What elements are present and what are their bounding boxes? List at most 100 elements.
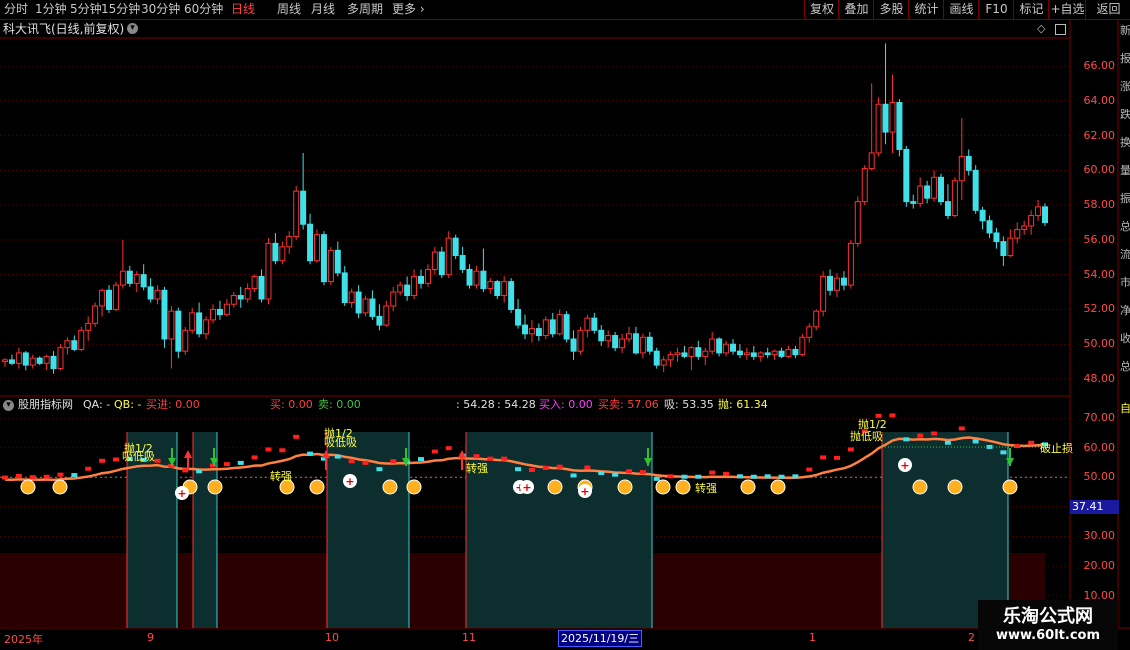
chart-canvas[interactable]: ++ ++ ++抛1/2吸低吸抛1/2吸低吸转强转强转强破止损抛低吸抛1/2 xyxy=(0,0,1130,650)
candle-body xyxy=(237,295,244,300)
candle-body xyxy=(535,328,542,337)
diamond-icon[interactable]: ◇ xyxy=(1037,20,1045,38)
chevron-down-icon[interactable]: ▾ xyxy=(3,400,14,411)
candle-body xyxy=(334,249,341,274)
date-tick: 2 xyxy=(968,631,975,644)
indicator-mark xyxy=(487,456,494,461)
buy-signal-circle xyxy=(655,479,671,495)
toolbar-button-4[interactable]: 画线 xyxy=(943,0,979,19)
period-7[interactable]: 周线 xyxy=(277,2,301,17)
side-strip-item[interactable]: 振 xyxy=(1120,190,1130,206)
period-6[interactable]: 日线 xyxy=(231,2,255,17)
candle-body xyxy=(681,352,688,357)
candle-body xyxy=(612,335,619,349)
candle-body xyxy=(938,176,944,203)
period-1[interactable]: 1分钟 xyxy=(35,2,67,17)
period-0[interactable]: 分时 xyxy=(4,2,28,17)
indicator-mark xyxy=(570,473,577,478)
candle-body xyxy=(619,338,626,349)
candle-body xyxy=(917,185,924,204)
candle-body xyxy=(716,338,723,354)
toolbar-button-0[interactable]: 复权 xyxy=(804,0,839,19)
indicator-mark xyxy=(834,455,840,460)
plus-signal-text: + xyxy=(522,481,531,494)
candle-body xyxy=(78,329,85,350)
toolbar-button-3[interactable]: 统计 xyxy=(908,0,944,19)
candle-body xyxy=(99,289,106,307)
candle-body xyxy=(272,242,279,262)
indicator-mark xyxy=(820,455,827,460)
period-9[interactable]: 多周期 xyxy=(347,2,383,17)
candle-body xyxy=(154,289,161,300)
price-tick: 50.00 xyxy=(1083,337,1116,351)
candle-body xyxy=(175,310,182,352)
candle-body xyxy=(771,350,778,356)
side-strip-item[interactable]: 净 xyxy=(1120,302,1130,318)
signal-zone xyxy=(466,432,652,628)
toolbar-button-5[interactable]: F10 xyxy=(978,0,1014,19)
indicator-v1: : 54.28 xyxy=(456,398,495,411)
candle-body xyxy=(203,319,210,335)
side-strip-item[interactable]: 量 xyxy=(1120,162,1130,178)
candle-body xyxy=(216,308,223,316)
candle-body xyxy=(834,277,840,291)
candle-body xyxy=(244,288,251,300)
candle-body xyxy=(695,347,702,357)
chevron-down-icon[interactable]: ▾ xyxy=(127,23,138,34)
candle-body xyxy=(1042,206,1048,224)
candle-body xyxy=(300,190,307,225)
candle-body xyxy=(736,350,743,356)
indicator-annotation: 抛1/2 xyxy=(858,417,887,431)
side-indicator-label[interactable]: 自 xyxy=(1120,400,1130,416)
candle-body xyxy=(189,312,196,331)
buy-signal-circle xyxy=(382,479,398,495)
side-strip-item[interactable]: 新 xyxy=(1120,22,1130,38)
indicator-mairu: 买入: 0.00 xyxy=(539,398,593,411)
toolbar-button-6[interactable]: 标记 xyxy=(1013,0,1049,19)
candle-body xyxy=(757,352,764,357)
indicator-mark xyxy=(778,474,785,479)
window-icon[interactable] xyxy=(1055,24,1066,35)
side-strip-item[interactable]: 报 xyxy=(1120,50,1130,66)
indicator-mark xyxy=(626,469,632,474)
side-strip-item[interactable]: 流 xyxy=(1120,246,1130,262)
indicator-annotation: 转强 xyxy=(466,461,488,475)
side-strip-item[interactable]: 收 xyxy=(1120,330,1130,346)
period-4[interactable]: 30分钟 xyxy=(141,2,180,17)
side-strip-item[interactable]: 换 xyxy=(1120,134,1130,150)
candle-body xyxy=(632,333,639,354)
candle-body xyxy=(473,270,480,286)
period-3[interactable]: 15分钟 xyxy=(101,2,140,17)
candle-body xyxy=(556,314,563,335)
candle-body xyxy=(931,176,938,199)
side-strip-item[interactable]: 总 xyxy=(1120,358,1130,374)
candle-body xyxy=(119,270,126,286)
candle-body xyxy=(951,180,958,217)
side-strip-item[interactable]: 总 xyxy=(1120,218,1130,234)
candle-body xyxy=(251,275,258,290)
indicator-mark xyxy=(251,455,258,460)
candle-body xyxy=(92,305,99,324)
side-strip-item[interactable]: 涨 xyxy=(1120,78,1130,94)
candle-body xyxy=(944,201,951,217)
toolbar-button-8[interactable]: 返回 xyxy=(1085,0,1130,19)
candle-body xyxy=(861,168,868,203)
candle-body xyxy=(646,336,653,352)
period-8[interactable]: 月线 xyxy=(311,2,335,17)
toolbar-button-7[interactable]: +自选 xyxy=(1048,0,1086,19)
side-strip-item[interactable]: 市 xyxy=(1120,274,1130,290)
candle-body xyxy=(307,223,314,262)
candle-body xyxy=(230,295,237,305)
toolbar-button-1[interactable]: 叠加 xyxy=(838,0,874,19)
period-2[interactable]: 5分钟 xyxy=(70,2,102,17)
candle-body xyxy=(743,352,750,356)
candle-body xyxy=(626,333,632,340)
toolbar-button-2[interactable]: 多股 xyxy=(873,0,909,19)
period-5[interactable]: 60分钟 xyxy=(184,2,223,17)
side-strip-item[interactable]: 跌 xyxy=(1120,106,1130,122)
indicator-mark xyxy=(112,457,119,462)
indicator-mark xyxy=(43,474,50,479)
candle-body xyxy=(293,190,300,237)
period-10[interactable]: 更多 › xyxy=(392,2,425,17)
candle-body xyxy=(847,242,854,286)
